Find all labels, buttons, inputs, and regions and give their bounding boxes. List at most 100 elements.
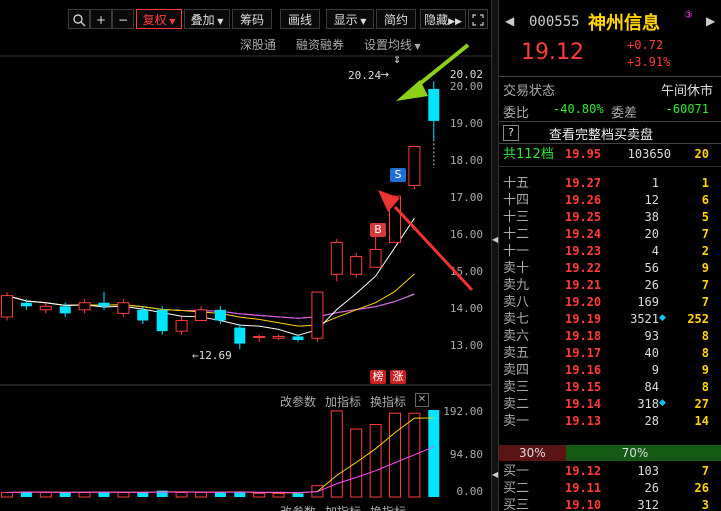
volume-bar	[39, 491, 52, 498]
ask-label: 十一	[503, 244, 530, 259]
ask-cnt: 27	[694, 397, 709, 411]
candle-body	[195, 309, 207, 321]
bid-cnt: 7	[701, 464, 709, 478]
ask-row[interactable]: 卖三 19.15 84 8	[499, 379, 721, 396]
ask-vol: 56	[644, 261, 659, 275]
switch-indicator-link-2[interactable]: 换指标	[370, 503, 406, 511]
volume-bar	[292, 493, 304, 497]
ask-row[interactable]: 十五 19.27 1 1	[499, 175, 721, 192]
ask-cnt: 252	[687, 312, 709, 326]
volume-bar	[369, 424, 382, 498]
ask-price: 19.13	[565, 414, 602, 428]
ask-row[interactable]: 卖八 19.20 169 7	[499, 294, 721, 311]
ask-vol: 3521	[630, 312, 659, 326]
candle-body	[20, 302, 32, 307]
candle-body	[117, 302, 130, 314]
candle-body	[137, 309, 149, 321]
ask-price: 19.23	[565, 244, 602, 258]
limit-up-tag[interactable]: 涨	[390, 370, 406, 384]
candlestick-chart[interactable]	[0, 0, 491, 511]
bid-vol: 312	[637, 498, 659, 511]
ask-price: 19.14	[565, 397, 602, 411]
candle-body	[78, 302, 91, 311]
candle-body	[39, 305, 52, 311]
rank-tag[interactable]: 榜	[370, 370, 386, 384]
ask-row[interactable]: 卖四 19.16 9 9	[499, 362, 721, 379]
volume-bar	[117, 491, 130, 498]
ask-price: 19.16	[565, 363, 602, 377]
ask-cnt: 1	[701, 176, 709, 190]
price-change-pct: +3.91%	[627, 55, 671, 69]
ask-vol: 1	[651, 176, 659, 190]
add-indicator-link-2[interactable]: 加指标	[325, 503, 361, 511]
next-stock-icon[interactable]: ▶	[706, 14, 715, 28]
bid-row[interactable]: 买二 19.11 26 26	[499, 480, 721, 497]
price-change: +0.72	[627, 38, 664, 52]
candle-body	[1, 295, 13, 318]
bid-vol: 103	[637, 464, 659, 478]
ask-row[interactable]: 卖七 19.19 3521 252	[499, 311, 721, 328]
large-order-icon: ◆	[659, 313, 666, 323]
ask-vol: 20	[644, 227, 659, 241]
candle-body	[156, 309, 168, 332]
ask-vol: 26	[644, 278, 659, 292]
ask-row[interactable]: 卖六 19.18 93 8	[499, 328, 721, 345]
ask-price: 19.19	[565, 312, 602, 326]
volume-bar	[389, 412, 401, 498]
bid-price: 19.10	[565, 498, 602, 511]
ask-price: 19.22	[565, 261, 602, 275]
ask-row[interactable]: 卖十 19.22 56 9	[499, 260, 721, 277]
candle-body	[59, 306, 71, 314]
close-icon[interactable]: ✕	[415, 393, 429, 407]
ask-row[interactable]: 卖九 19.21 26 7	[499, 277, 721, 294]
ask-row[interactable]: 十四 19.26 12 6	[499, 192, 721, 209]
change-params-link[interactable]: 改参数	[280, 393, 316, 410]
ma5-line	[6, 217, 415, 336]
buy-signal-tag[interactable]: B	[370, 223, 386, 237]
bid-row[interactable]: 买一 19.12 103 7	[499, 463, 721, 480]
current-price: 19.12	[521, 40, 584, 65]
ask-cnt: 9	[701, 363, 709, 377]
ask-vol: 28	[644, 414, 659, 428]
change-params-link-2[interactable]: 改参数	[280, 503, 316, 511]
collapse-arrow-icon[interactable]: ◀	[492, 470, 498, 479]
collapse-arrow-icon[interactable]: ◀	[492, 235, 498, 244]
panel-divider[interactable]: ◀ ◀	[491, 0, 499, 511]
candle-body	[253, 335, 266, 338]
candle-body	[214, 309, 226, 321]
ask-cnt: 5	[701, 210, 709, 224]
ask-row[interactable]: 十一 19.23 4 2	[499, 243, 721, 260]
help-icon[interactable]: ?	[503, 125, 519, 141]
prev-stock-icon[interactable]: ◀	[505, 14, 514, 28]
ask-label: 卖三	[503, 380, 530, 395]
add-indicator-link[interactable]: 加指标	[325, 393, 361, 410]
ma20-line	[6, 293, 415, 319]
sell-signal-tag[interactable]: S	[390, 168, 406, 182]
switch-indicator-link[interactable]: 换指标	[370, 393, 406, 410]
candle-body	[234, 327, 246, 344]
red-arrow-shaft	[393, 205, 474, 292]
ask-row[interactable]: 卖五 19.17 40 8	[499, 345, 721, 362]
candle-body	[428, 88, 440, 121]
volume-bar	[428, 410, 440, 497]
stock-name: 神州信息	[588, 13, 660, 34]
bid-row[interactable]: 买三 19.10 312 3	[499, 497, 721, 511]
large-order-icon: ◆	[659, 398, 666, 408]
bid-label: 买二	[503, 481, 530, 496]
ask-label: 卖八	[503, 295, 530, 310]
candle-body	[292, 336, 304, 341]
bid-cnt: 3	[701, 498, 709, 511]
ask-cnt: 14	[694, 414, 709, 428]
ask-cnt: 9	[701, 261, 709, 275]
full-book-link[interactable]: 查看完整档买卖盘	[549, 124, 653, 143]
ask-cnt: 6	[701, 193, 709, 207]
ask-price: 19.18	[565, 329, 602, 343]
stock-code: 000555	[529, 14, 580, 30]
ask-row[interactable]: 卖一 19.13 28 14	[499, 413, 721, 430]
ask-row[interactable]: 十二 19.24 20 7	[499, 226, 721, 243]
ask-vol: 38	[644, 210, 659, 224]
ask-row[interactable]: 十三 19.25 38 5	[499, 209, 721, 226]
ask-label: 卖六	[503, 329, 530, 344]
ask-row[interactable]: 卖二 19.14 318 27	[499, 396, 721, 413]
separator	[499, 76, 721, 77]
